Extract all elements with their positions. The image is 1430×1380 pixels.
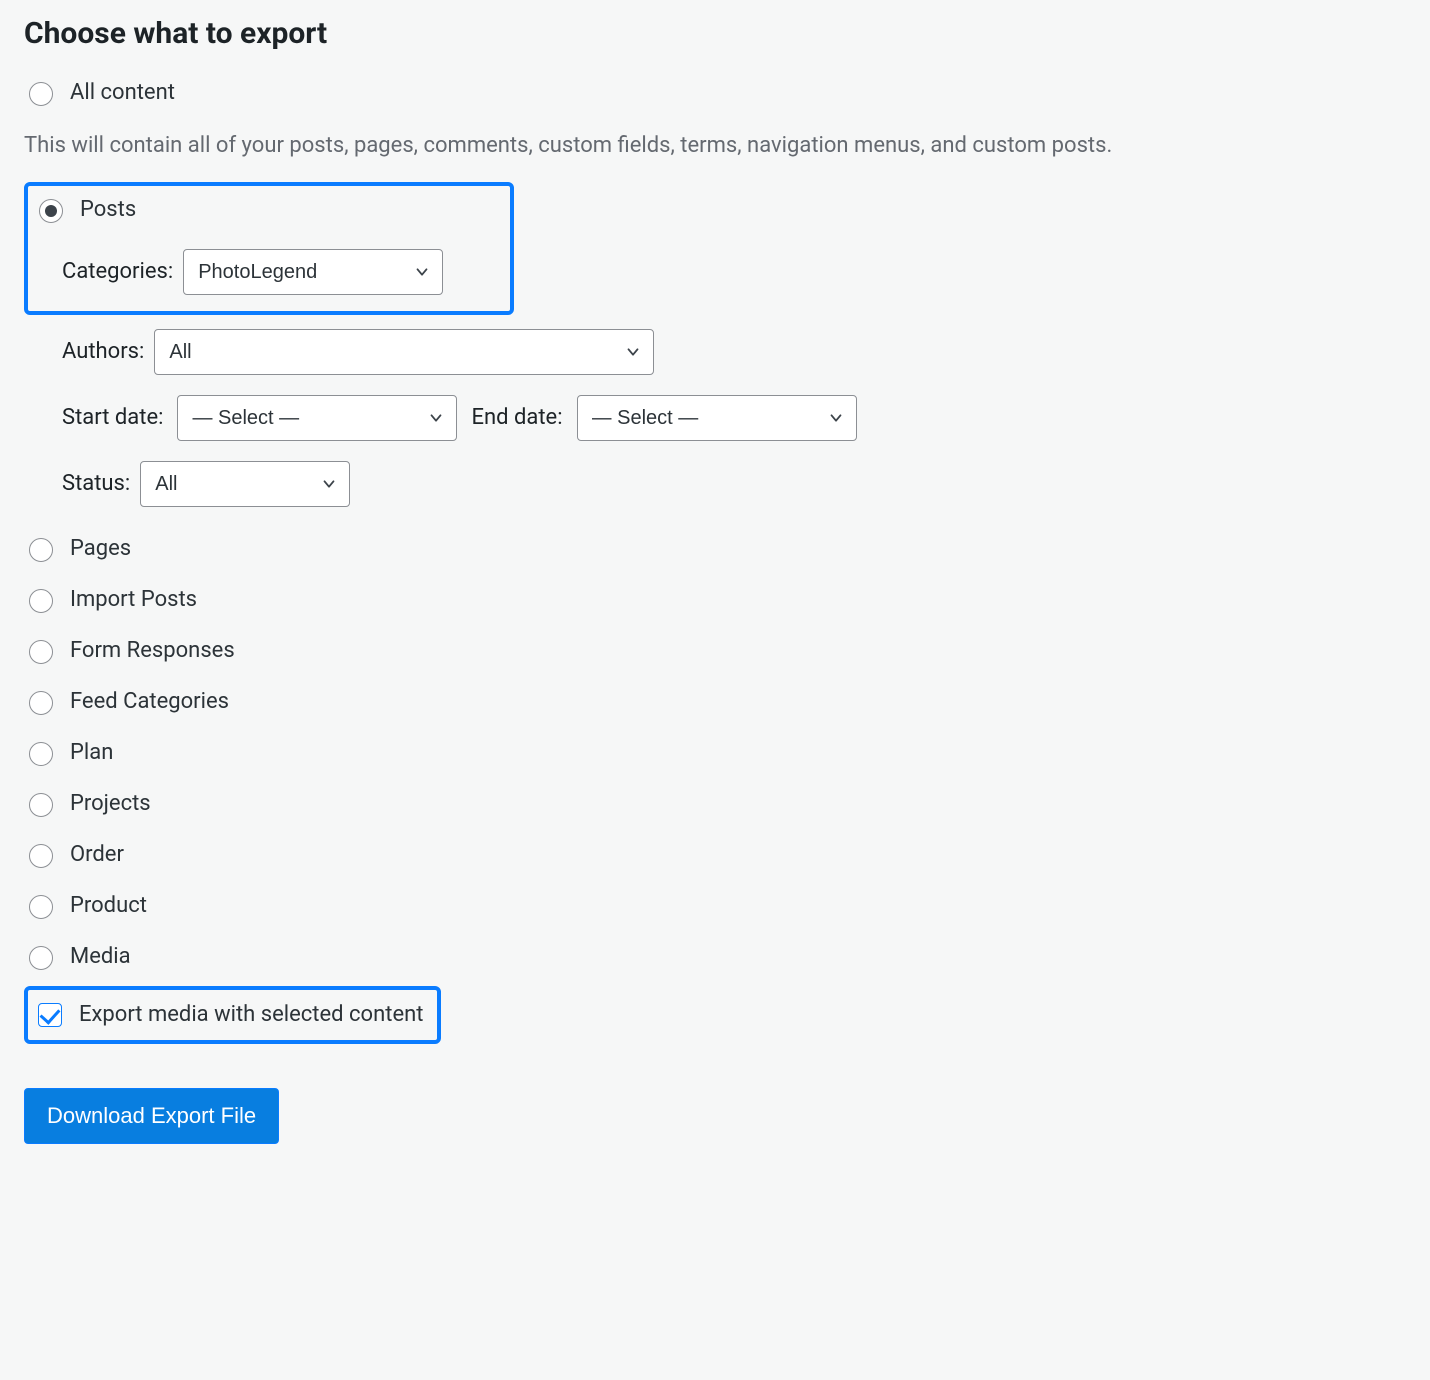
radio-pages-label: Pages [70, 536, 131, 561]
radio-form-responses[interactable] [29, 640, 53, 664]
end-date-select[interactable]: — Select — [577, 395, 857, 441]
download-export-button[interactable]: Download Export File [24, 1088, 279, 1144]
status-select[interactable]: All [140, 461, 350, 507]
authors-label: Authors: [62, 339, 144, 364]
start-date-select[interactable]: — Select — [177, 395, 457, 441]
export-media-highlight-box: Export media with selected content [24, 986, 441, 1044]
export-media-checkbox[interactable] [38, 1003, 62, 1027]
export-media-label: Export media with selected content [79, 1002, 423, 1027]
start-date-label: Start date: [62, 405, 163, 430]
radio-media-label: Media [70, 944, 131, 969]
radio-order[interactable] [29, 844, 53, 868]
radio-product-label: Product [70, 893, 147, 918]
radio-posts[interactable] [39, 199, 63, 223]
section-heading: Choose what to export [24, 16, 1406, 51]
categories-select[interactable]: PhotoLegend [183, 249, 443, 295]
radio-form-responses-label: Form Responses [70, 638, 235, 663]
end-date-label: End date: [471, 405, 562, 430]
status-label: Status: [62, 471, 130, 496]
radio-projects[interactable] [29, 793, 53, 817]
posts-highlight-box: Posts Categories: PhotoLegend [24, 182, 514, 315]
radio-order-label: Order [70, 842, 124, 867]
radio-plan[interactable] [29, 742, 53, 766]
radio-projects-label: Projects [70, 791, 151, 816]
radio-all-content-label: All content [70, 80, 175, 105]
radio-import-posts-label: Import Posts [70, 587, 197, 612]
radio-pages[interactable] [29, 538, 53, 562]
all-content-description: This will contain all of your posts, pag… [24, 130, 1406, 162]
radio-feed-categories[interactable] [29, 691, 53, 715]
radio-product[interactable] [29, 895, 53, 919]
radio-import-posts[interactable] [29, 589, 53, 613]
categories-label: Categories: [62, 259, 173, 284]
radio-media[interactable] [29, 946, 53, 970]
radio-all-content[interactable] [29, 82, 53, 106]
radio-feed-categories-label: Feed Categories [70, 689, 229, 714]
authors-select[interactable]: All [154, 329, 654, 375]
radio-posts-label: Posts [80, 197, 136, 222]
radio-plan-label: Plan [70, 740, 113, 765]
